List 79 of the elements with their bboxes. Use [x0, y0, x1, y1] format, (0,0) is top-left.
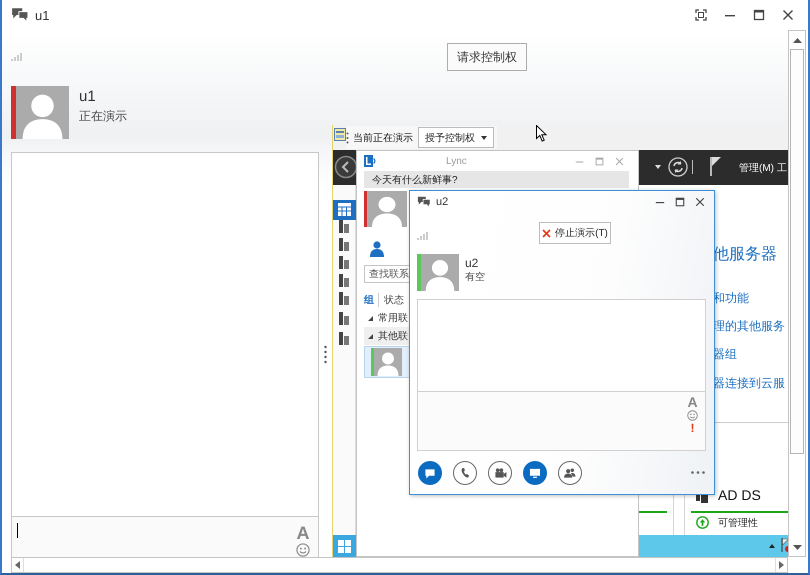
request-control-button[interactable]: 请求控制权	[447, 43, 527, 71]
instant-message-button[interactable]	[418, 460, 442, 484]
server-icon[interactable]	[338, 312, 350, 325]
status-ok-icon	[696, 516, 709, 529]
importance-button[interactable]: !	[690, 421, 694, 436]
contact-status: 正在演示	[79, 108, 127, 125]
maximize-icon[interactable]	[753, 9, 765, 21]
back-button[interactable]	[334, 155, 358, 179]
grip-icon[interactable]	[346, 132, 349, 144]
participants-button[interactable]	[558, 460, 582, 484]
presenting-label: 当前正在演示	[353, 132, 413, 144]
status-prompt-field[interactable]: 今天有什么新鲜事?	[364, 171, 629, 188]
message-input-field[interactable]: A !	[417, 391, 706, 451]
more-options-icon[interactable]	[691, 471, 705, 474]
refresh-icon[interactable]	[668, 157, 688, 177]
close-icon	[542, 228, 552, 238]
signal-icon	[11, 52, 24, 61]
close-icon[interactable]	[782, 9, 794, 21]
call-button[interactable]	[453, 460, 477, 484]
horizontal-scrollbar[interactable]	[11, 557, 788, 573]
flag-icon[interactable]	[781, 538, 788, 552]
mouse-pointer-icon	[536, 125, 547, 142]
conversation-icon	[417, 195, 431, 209]
emoticon-icon[interactable]	[294, 543, 312, 557]
caret-icon	[481, 136, 487, 140]
server-icon[interactable]	[338, 238, 350, 251]
menu-item[interactable]: 管理(M)	[739, 161, 774, 175]
group-header[interactable]: 常用联	[364, 309, 409, 327]
emoticon-icon[interactable]	[687, 410, 698, 421]
group-header[interactable]: 其他联	[364, 327, 409, 345]
scroll-down-icon[interactable]	[792, 544, 802, 550]
start-button[interactable]	[333, 535, 356, 557]
flag-icon[interactable]	[710, 156, 722, 176]
vertical-scrollbar[interactable]	[788, 30, 806, 557]
stop-presenting-button[interactable]: 停止演示(T)	[539, 222, 611, 244]
task-link[interactable]: 器连接到云服	[713, 375, 785, 392]
section-heading: 他服务器	[713, 245, 777, 265]
task-link[interactable]: 器组	[713, 346, 737, 363]
tab[interactable]: 组	[364, 293, 378, 307]
maximize-icon[interactable]	[675, 197, 685, 207]
fit-to-screen-icon[interactable]	[695, 9, 707, 21]
lync-logo-icon	[364, 155, 376, 167]
contact-status: 有空	[465, 270, 485, 284]
server-icon[interactable]	[338, 292, 350, 305]
present-button[interactable]	[523, 460, 547, 484]
avatar-silhouette	[374, 348, 402, 376]
splitter-handle[interactable]	[324, 344, 327, 364]
tray-arrow-icon[interactable]	[769, 544, 775, 548]
window-title: u1	[35, 8, 50, 22]
tile-title: AD DS	[718, 487, 761, 503]
video-button[interactable]	[488, 460, 512, 484]
menu-item[interactable]: 工	[777, 161, 787, 175]
scroll-thumb[interactable]	[790, 49, 804, 454]
contact-name: u1	[79, 88, 97, 105]
app-icon	[334, 128, 346, 141]
avatar-silhouette	[421, 254, 459, 291]
windows-logo-icon	[338, 540, 351, 552]
caret-icon	[655, 165, 661, 169]
give-control-button[interactable]: 授予控制权	[418, 127, 494, 148]
server-icon[interactable]	[338, 220, 350, 233]
scroll-right-icon[interactable]	[779, 561, 784, 569]
window-title: Lync	[446, 156, 467, 166]
tile-status: 可管理性	[718, 516, 758, 530]
expand-icon	[368, 316, 373, 320]
scroll-up-icon[interactable]	[792, 38, 802, 42]
avatar-silhouette	[16, 86, 69, 139]
expand-icon	[368, 334, 373, 338]
avatar-silhouette	[367, 191, 407, 227]
scroll-left-icon[interactable]	[15, 561, 20, 569]
person-icon[interactable]	[370, 241, 384, 257]
tab[interactable]: 状态	[378, 293, 408, 307]
contact-name: u2	[465, 256, 480, 270]
signal-icon	[417, 231, 430, 240]
close-icon[interactable]	[695, 197, 705, 207]
dashboard-icon	[338, 203, 351, 216]
server-icon[interactable]	[338, 332, 350, 345]
server-icon[interactable]	[338, 274, 350, 287]
window-title: u2	[436, 196, 448, 208]
server-icon[interactable]	[338, 256, 350, 269]
